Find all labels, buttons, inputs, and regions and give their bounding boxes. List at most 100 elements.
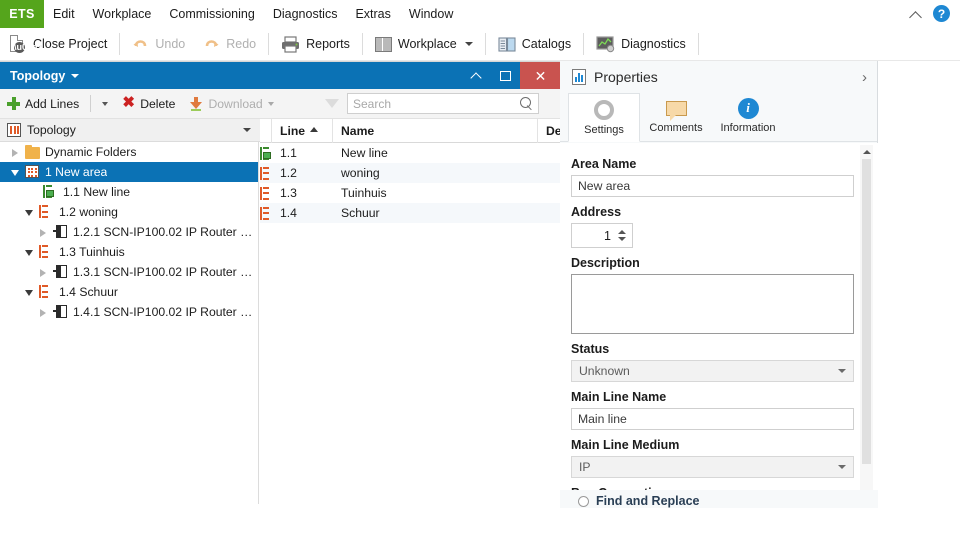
tab-comments-label: Comments <box>649 122 703 134</box>
tab-information[interactable]: i Information <box>712 92 784 141</box>
expand-twisty-icon[interactable] <box>36 306 49 319</box>
column-header-name[interactable]: Name <box>333 119 538 143</box>
chevron-right-icon[interactable]: › <box>862 70 867 85</box>
chevron-down-icon[interactable] <box>243 128 251 132</box>
device-icon <box>53 265 68 279</box>
column-header-line[interactable]: Line <box>272 119 333 143</box>
help-icon[interactable]: ? <box>933 5 950 22</box>
tree-item-dynamic-folders[interactable]: Dynamic Folders <box>0 142 258 162</box>
workplace-button[interactable]: Workplace <box>366 28 482 61</box>
row-icon-cell <box>260 166 272 180</box>
address-value: 1 <box>604 228 611 243</box>
menu-item-edit[interactable]: Edit <box>44 0 84 28</box>
column-header-description-label: Des <box>546 124 561 138</box>
redo-button[interactable]: Redo <box>194 28 265 61</box>
stepper-down-icon[interactable] <box>617 237 626 241</box>
table-row[interactable]: 1.4 Schuur <box>260 203 561 223</box>
chevron-down-icon[interactable] <box>464 42 473 46</box>
tree-item-device-1-3-1[interactable]: 1.3.1 SCN-IP100.02 IP Router with e... <box>0 262 258 282</box>
tree-item-tuinhuis[interactable]: 1.3 Tuinhuis <box>0 242 258 262</box>
table-row[interactable]: 1.2 woning <box>260 163 561 183</box>
tree-item-schuur[interactable]: 1.4 Schuur <box>0 282 258 302</box>
redo-icon <box>203 36 220 53</box>
topology-menu-chevron-down-icon[interactable] <box>71 73 80 78</box>
menu-item-window[interactable]: Window <box>400 0 462 28</box>
tree-item-device-1-2-1[interactable]: 1.2.1 SCN-IP100.02 IP Router with e... <box>0 222 258 242</box>
scrollbar-thumb[interactable] <box>862 159 871 464</box>
search-input[interactable]: Search <box>347 93 539 114</box>
tree-item-woning[interactable]: 1.2 woning <box>0 202 258 222</box>
status-value: Unknown <box>579 364 630 378</box>
delete-button[interactable]: ✖ Delete <box>115 89 182 119</box>
minimize-button[interactable] <box>462 62 491 89</box>
table-row[interactable]: 1.3 Tuinhuis <box>260 183 561 203</box>
tree-item-device-1-4-1[interactable]: 1.4.1 SCN-IP100.02 IP Router with e... <box>0 302 258 322</box>
tree-item-new-line[interactable]: 1.1 New line <box>0 182 258 202</box>
topology-tree[interactable]: Dynamic Folders 1 New area 1.1 New line … <box>0 142 259 504</box>
row-name-cell: Tuinhuis <box>341 186 387 200</box>
delete-label: Delete <box>140 96 176 111</box>
expand-twisty-icon[interactable] <box>8 146 21 159</box>
address-stepper[interactable]: 1 <box>571 223 633 248</box>
diagnostics-button[interactable]: Diagnostics <box>587 28 695 61</box>
tab-comments[interactable]: Comments <box>640 92 712 141</box>
filter-icon[interactable] <box>325 99 339 108</box>
search-area: Search <box>325 93 561 114</box>
table-row[interactable]: 1.1 New line <box>260 143 561 163</box>
printer-icon <box>281 35 300 53</box>
ets-logo[interactable]: ETS <box>0 0 44 28</box>
topology-icon <box>7 123 21 137</box>
expand-twisty-icon[interactable] <box>36 266 49 279</box>
reports-button[interactable]: Reports <box>272 28 359 61</box>
add-lines-button[interactable]: Add Lines <box>0 89 86 119</box>
menu-item-workplace[interactable]: Workplace <box>84 0 161 28</box>
main-line-name-field[interactable]: Main line <box>571 408 854 430</box>
close-button[interactable]: ✕ <box>520 62 561 89</box>
tab-information-label: Information <box>720 122 776 134</box>
tree-item-new-area[interactable]: 1 New area <box>0 162 258 182</box>
properties-scrollbar[interactable] <box>860 145 873 540</box>
collapse-twisty-icon[interactable] <box>8 166 21 179</box>
close-project-icon: \u00d7 <box>9 35 43 53</box>
collapse-twisty-icon[interactable] <box>22 246 35 259</box>
catalogs-button[interactable]: Catalogs <box>489 28 580 61</box>
collapse-twisty-icon[interactable] <box>22 206 35 219</box>
download-button[interactable]: Download <box>182 89 280 119</box>
collapse-twisty-icon[interactable] <box>22 286 35 299</box>
column-header-description[interactable]: Des <box>538 119 561 143</box>
properties-title: Properties <box>594 69 658 85</box>
main-line-medium-select[interactable]: IP <box>571 456 854 478</box>
tab-settings[interactable]: Settings <box>568 93 640 142</box>
radio-icon[interactable] <box>578 495 589 507</box>
expand-twisty-icon[interactable] <box>36 226 49 239</box>
row-icon-cell <box>260 206 272 220</box>
menu-item-diagnostics[interactable]: Diagnostics <box>264 0 347 28</box>
column-header-icon[interactable] <box>260 119 272 143</box>
chevron-up-icon[interactable] <box>909 7 923 21</box>
scroll-up-icon[interactable] <box>860 145 873 158</box>
menu-item-commissioning[interactable]: Commissioning <box>160 0 263 28</box>
properties-icon <box>572 69 586 85</box>
close-project-button[interactable]: \u00d7 Close Project <box>0 28 116 61</box>
tree-item-label: 1.3.1 SCN-IP100.02 IP Router with e... <box>73 265 258 279</box>
properties-header: Properties › <box>560 61 877 93</box>
main-line-medium-label: Main Line Medium <box>571 438 680 452</box>
area-name-field[interactable]: New area <box>571 175 854 197</box>
toolbar-separator <box>268 33 270 55</box>
search-icon[interactable] <box>520 97 533 110</box>
row-icon-cell <box>260 146 272 160</box>
tree-item-label: 1.2.1 SCN-IP100.02 IP Router with e... <box>73 225 258 239</box>
add-lines-dropdown[interactable] <box>95 89 115 119</box>
description-field[interactable] <box>571 274 854 334</box>
maximize-button[interactable] <box>491 62 520 89</box>
toolbar-separator <box>583 33 585 55</box>
sort-ascending-icon <box>310 127 319 132</box>
diagnostics-label: Diagnostics <box>621 37 686 51</box>
row-line-cell: 1.4 <box>280 206 297 220</box>
menu-item-extras[interactable]: Extras <box>346 0 399 28</box>
stepper-up-icon[interactable] <box>617 230 626 234</box>
delete-x-icon: ✖ <box>122 94 135 111</box>
status-select[interactable]: Unknown <box>571 360 854 382</box>
undo-button[interactable]: Undo <box>123 28 194 61</box>
stepper-arrows[interactable] <box>615 230 628 241</box>
